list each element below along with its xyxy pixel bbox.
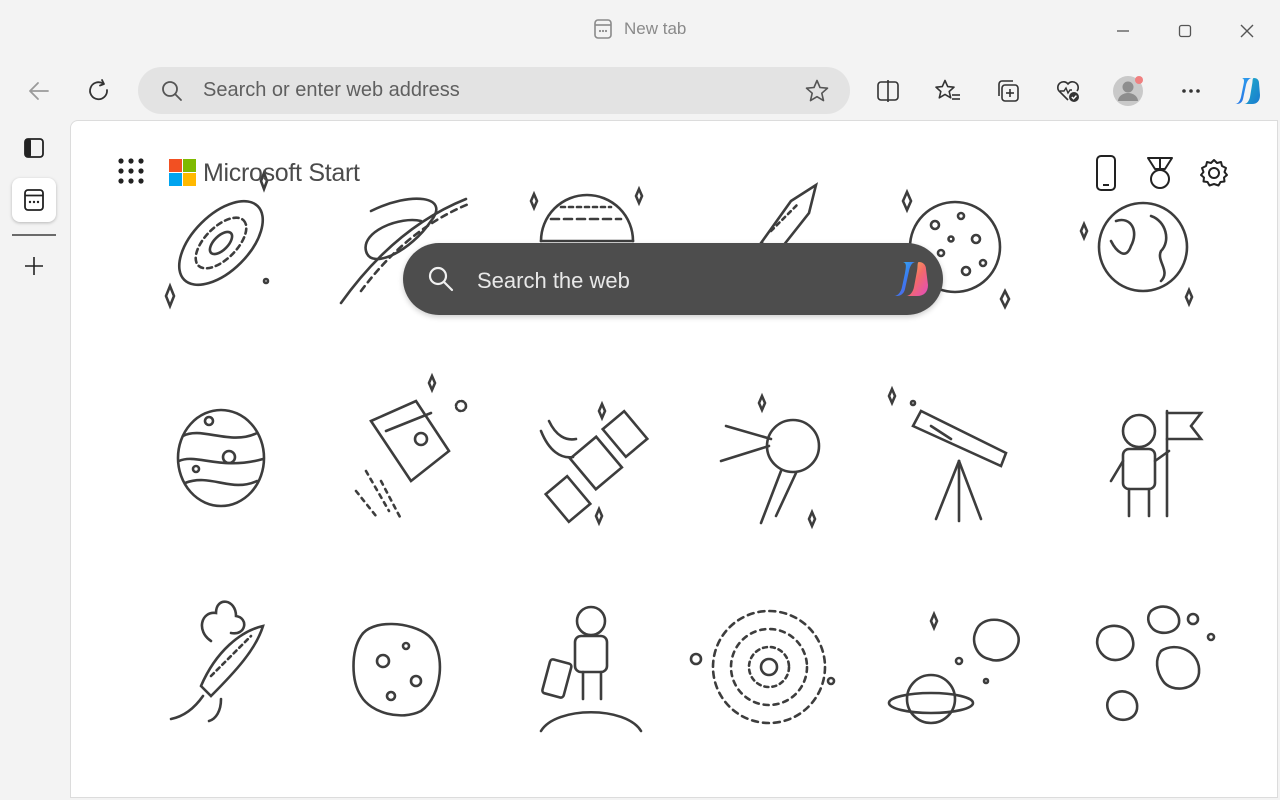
refresh-icon xyxy=(86,78,112,104)
phone-icon xyxy=(1095,154,1117,192)
split-screen-button[interactable] xyxy=(870,74,906,108)
apps-launcher-button[interactable] xyxy=(117,157,145,185)
tab-icon xyxy=(22,188,46,212)
earth-art xyxy=(1079,201,1194,308)
copilot-button[interactable] xyxy=(1230,74,1266,108)
sputnik-art xyxy=(719,392,821,530)
address-input[interactable]: Search or enter web address xyxy=(203,79,460,102)
maximize-button[interactable] xyxy=(1168,14,1202,48)
tab-icon xyxy=(592,18,614,40)
search-icon xyxy=(427,265,455,293)
microsoft-logo-icon xyxy=(169,157,197,189)
rocket-art xyxy=(759,182,819,253)
close-button[interactable] xyxy=(1230,14,1264,48)
astronaut-flag-art xyxy=(1109,409,1204,518)
back-icon xyxy=(26,78,52,104)
asteroid-art xyxy=(352,622,442,717)
tab-title: New tab xyxy=(624,19,687,38)
planet-art xyxy=(529,185,644,243)
solar-system-art xyxy=(689,609,836,725)
new-tab-button[interactable] xyxy=(12,244,56,288)
search-input[interactable]: Search the web xyxy=(477,268,630,294)
split-screen-icon xyxy=(875,78,901,104)
back-button[interactable] xyxy=(21,74,57,108)
title-bar: New tab xyxy=(0,0,1280,62)
tab[interactable]: New tab xyxy=(592,18,686,40)
copilot-icon[interactable] xyxy=(889,257,933,301)
vertical-tab-sidebar xyxy=(0,120,70,800)
satellite-art xyxy=(539,400,650,527)
favorites-icon xyxy=(934,78,962,104)
browser-essentials-icon xyxy=(1055,78,1081,104)
rewards-icon xyxy=(1145,155,1175,191)
rocket-launch-art xyxy=(169,600,265,723)
collections-button[interactable] xyxy=(990,74,1026,108)
saturn-art xyxy=(887,610,1020,725)
browser-essentials-button[interactable] xyxy=(1050,74,1086,108)
new-tab-page: Microsoft Start Search the web xyxy=(70,120,1278,798)
settings-icon xyxy=(1199,158,1229,188)
vertical-tabs-icon xyxy=(22,136,46,160)
galaxy-art xyxy=(164,169,270,310)
search-icon xyxy=(160,79,184,103)
favorites-button[interactable] xyxy=(930,74,966,108)
settings-button[interactable] xyxy=(1197,153,1231,193)
minimize-button[interactable] xyxy=(1106,14,1140,48)
address-bar[interactable]: Search or enter web address xyxy=(138,67,850,114)
asteroid-field-art xyxy=(1095,605,1216,722)
profile-icon xyxy=(1112,75,1144,107)
new-tab-icon xyxy=(22,254,46,278)
collections-icon xyxy=(995,78,1021,104)
copilot-icon xyxy=(1232,75,1264,107)
apps-grid-icon xyxy=(117,157,145,185)
microsoft-start-logo[interactable]: Microsoft Start xyxy=(169,157,360,189)
space-capsule-art xyxy=(354,372,468,521)
refresh-button[interactable] xyxy=(81,74,117,108)
vertical-tabs-button[interactable] xyxy=(12,126,56,170)
astronaut-on-planet-art xyxy=(539,605,643,733)
favorite-star-icon[interactable] xyxy=(804,78,830,104)
rewards-button[interactable] xyxy=(1143,153,1177,193)
telescope-art xyxy=(887,385,1008,523)
sidebar-divider xyxy=(12,234,56,236)
web-search-box[interactable]: Search the web xyxy=(403,243,943,315)
jupiter-art xyxy=(176,408,266,508)
close-icon xyxy=(1239,23,1255,39)
minimize-icon xyxy=(1115,23,1131,39)
background-art xyxy=(164,169,1216,733)
phone-button[interactable] xyxy=(1089,153,1123,193)
maximize-icon xyxy=(1177,23,1193,39)
profile-button[interactable] xyxy=(1110,74,1146,108)
sidebar-tab-new-tab[interactable] xyxy=(12,178,56,222)
more-button[interactable] xyxy=(1173,74,1209,108)
more-icon xyxy=(1180,87,1202,95)
brand-text: Microsoft Start xyxy=(203,158,360,187)
